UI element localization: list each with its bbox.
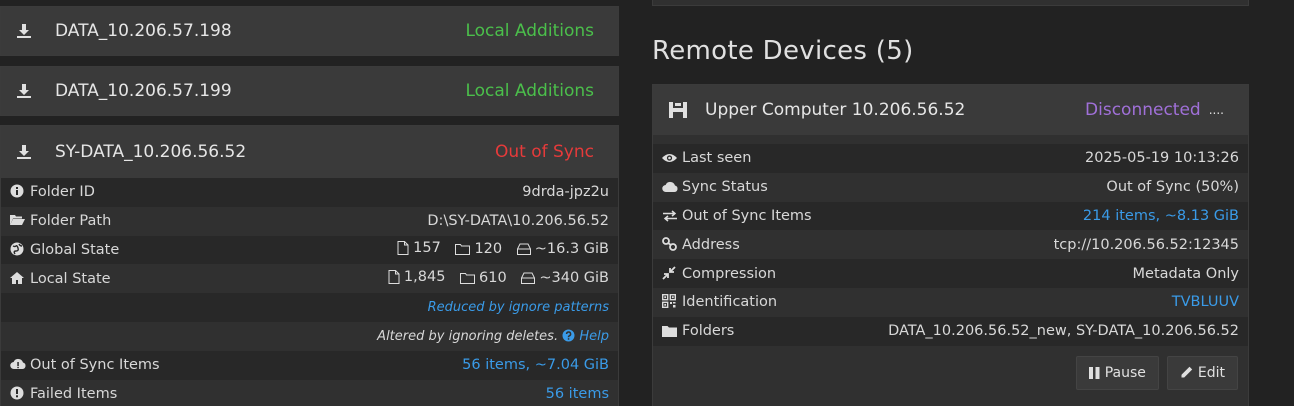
row-label: Failed Items [30, 385, 118, 402]
folder-header-2[interactable]: DATA_10.206.57.199 Local Additions [1, 67, 618, 115]
compress-icon [662, 265, 676, 280]
global-state-value: 157 120 ~16.3 GiB [248, 235, 618, 265]
home-icon [10, 271, 24, 285]
cloud-icon [662, 181, 678, 195]
device-name: Upper Computer 10.206.56.52 [705, 100, 966, 120]
exclamation-circle-icon [10, 386, 24, 400]
folder-name: SY-DATA_10.206.56.52 [55, 142, 247, 162]
row-value: 2025-05-19 10:13:26 [838, 144, 1248, 173]
folder-details-table: Folder ID 9drda-jpz2u Folder Path D:\SY-… [1, 178, 618, 406]
dir-count: 610 [479, 270, 507, 287]
remote-device-panel[interactable]: Upper Computer 10.206.56.52 Disconnected… [652, 84, 1249, 406]
row-label: Address [682, 236, 740, 253]
dir-count: 120 [474, 241, 503, 258]
size: ~16.3 GiB [534, 241, 609, 258]
folder-icon [662, 325, 677, 339]
this-device-panel [652, 0, 1249, 6]
folder-name: DATA_10.206.57.198 [55, 21, 232, 41]
device-out-of-sync-link[interactable]: 214 items, ~8.13 GiB [838, 201, 1248, 231]
table-row: Altered by ignoring deletes. Help [1, 321, 618, 351]
help-label: Help [579, 328, 609, 344]
row-label: Folders [682, 323, 735, 340]
pause-button[interactable]: Pause [1075, 355, 1159, 390]
row-label: Folder ID [30, 184, 95, 201]
folder-name: DATA_10.206.57.199 [55, 81, 232, 101]
failed-items-link[interactable]: 56 items [248, 379, 618, 406]
table-row: Failed Items 56 items [1, 379, 618, 406]
folder-status: Out of Sync [495, 142, 594, 162]
table-row: Identification TVBLUUV [653, 287, 1248, 317]
row-label: Global State [30, 241, 120, 258]
file-count: 157 [413, 240, 441, 257]
eye-icon [662, 152, 677, 166]
row-value: D:\SY-DATA\10.206.56.52 [248, 206, 618, 236]
row-value: 9drda-jpz2u [248, 178, 618, 207]
table-row: Address tcp://10.206.56.52:12345 [653, 230, 1248, 260]
table-row: Folder Path D:\SY-DATA\10.206.56.52 [1, 206, 618, 236]
row-value: DATA_10.206.56.52_new, SY-DATA_10.206.56… [838, 316, 1248, 346]
altered-note: Altered by ignoring deletes. [377, 328, 559, 344]
folder-panel-3[interactable]: SY-DATA_10.206.56.52 Out of Sync Folder … [0, 125, 619, 406]
row-value: Metadata Only [838, 259, 1248, 288]
device-status-extra: .... [1208, 103, 1224, 117]
pause-label: Pause [1104, 364, 1146, 381]
device-status: Disconnected [1085, 100, 1201, 120]
size: ~340 GiB [539, 270, 609, 287]
help-link[interactable]: Help [562, 329, 609, 344]
reduced-by-ignore-link[interactable]: Reduced by ignore patterns [248, 293, 618, 322]
download-icon [15, 143, 33, 161]
table-row: Reduced by ignore patterns [1, 293, 618, 322]
folder-header-3[interactable]: SY-DATA_10.206.56.52 Out of Sync [1, 126, 618, 178]
info-circle-icon [10, 184, 24, 198]
table-row: Out of Sync Items 56 items, ~7.04 GiB [1, 350, 618, 380]
exchange-icon [662, 210, 677, 224]
pencil-icon [1181, 366, 1193, 378]
table-row: Sync Status Out of Sync (50%) [653, 172, 1248, 202]
question-circle-icon [562, 329, 575, 342]
edit-button[interactable]: Edit [1166, 355, 1238, 390]
row-label: Last seen [682, 150, 752, 167]
row-label: Folder Path [30, 213, 112, 230]
file-count: 1,845 [403, 269, 446, 286]
device-header[interactable]: Upper Computer 10.206.56.52 Disconnected… [653, 85, 1248, 135]
pause-icon [1088, 366, 1100, 379]
row-label: Out of Sync Items [30, 357, 160, 374]
cloud-alert-icon [10, 357, 26, 371]
row-label: Sync Status [682, 179, 768, 196]
local-state-value: 1,845 610 ~340 GiB [248, 264, 618, 294]
table-row: Folder ID 9drda-jpz2u [1, 178, 618, 207]
table-row: Local State 1,845 610 ~340 GiB [1, 264, 618, 294]
remote-devices-heading: Remote Devices (5) [652, 36, 914, 66]
row-label: Local State [30, 270, 111, 287]
download-icon [15, 22, 33, 40]
row-label: Out of Sync Items [682, 207, 812, 224]
folder-status: Local Additions [465, 81, 594, 101]
folder-panel-2[interactable]: DATA_10.206.57.199 Local Additions [0, 66, 619, 116]
server-icon [669, 101, 687, 119]
table-row: Out of Sync Items 214 items, ~8.13 GiB [653, 201, 1248, 231]
out-of-sync-items-link[interactable]: 56 items, ~7.04 GiB [248, 350, 618, 380]
folder-status: Local Additions [465, 21, 594, 41]
row-label: Compression [682, 265, 777, 282]
device-id-link[interactable]: TVBLUUV [838, 287, 1248, 317]
qrcode-icon [661, 294, 677, 309]
row-value: tcp://10.206.56.52:12345 [838, 230, 1248, 260]
device-details-table: Last seen 2025-05-19 10:13:26 Sync Statu… [653, 144, 1248, 346]
row-value: Out of Sync (50%) [838, 172, 1248, 202]
globe-icon [10, 242, 24, 256]
edit-label: Edit [1197, 364, 1225, 381]
folder-header-1[interactable]: DATA_10.206.57.198 Local Additions [1, 7, 618, 55]
table-row: Global State 157 120 ~16.3 GiB [1, 235, 618, 265]
link-icon [662, 236, 677, 251]
table-row: Folders DATA_10.206.56.52_new, SY-DATA_1… [653, 316, 1248, 346]
table-row: Compression Metadata Only [653, 259, 1248, 288]
row-label: Identification [682, 294, 778, 311]
download-icon [15, 82, 33, 100]
folder-open-icon [10, 213, 25, 227]
table-row: Last seen 2025-05-19 10:13:26 [653, 144, 1248, 173]
device-actions: Pause Edit [653, 346, 1248, 390]
folder-panel-1[interactable]: DATA_10.206.57.198 Local Additions [0, 6, 619, 56]
